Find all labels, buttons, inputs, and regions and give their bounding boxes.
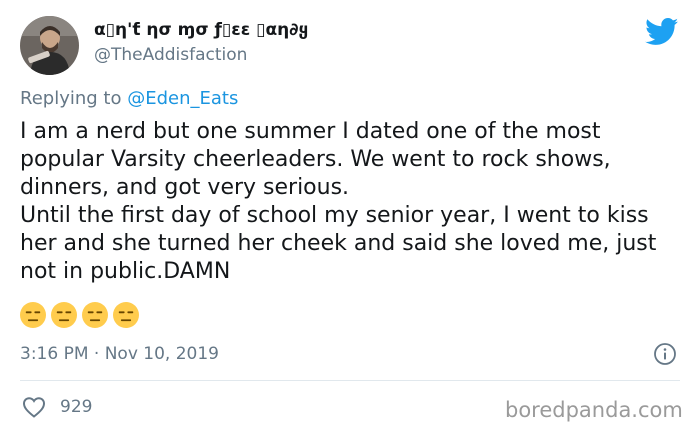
author-handle[interactable]: @TheAddisfaction xyxy=(94,45,247,65)
author-name[interactable]: α▯η'ƭ ησ ɱσ ƒ▯εε ▯αη∂ყ xyxy=(94,20,308,40)
boredpanda-watermark: boredpanda.com xyxy=(505,398,683,422)
avatar-image xyxy=(20,16,79,75)
info-icon[interactable] xyxy=(653,342,677,366)
divider xyxy=(20,380,680,381)
expressionless-face-icon xyxy=(113,302,139,328)
avatar[interactable] xyxy=(20,16,79,75)
expressionless-face-icon xyxy=(51,302,77,328)
reply-prefix: Replying to xyxy=(20,88,128,109)
like-count: 929 xyxy=(60,397,93,417)
expressionless-face-icon xyxy=(20,302,46,328)
emoji-row xyxy=(20,302,139,328)
tweet-text: I am a nerd but one summer I dated one o… xyxy=(20,118,685,286)
heart-icon[interactable] xyxy=(22,396,46,418)
tweet-timestamp[interactable]: 3:16 PM · Nov 10, 2019 xyxy=(20,344,219,364)
twitter-bird-icon[interactable] xyxy=(645,18,679,46)
tweet-body-text: I am a nerd but one summer I dated one o… xyxy=(20,119,657,284)
expressionless-face-icon xyxy=(82,302,108,328)
reply-mention-link[interactable]: @Eden_Eats xyxy=(127,88,238,109)
reply-context: Replying to @Eden_Eats xyxy=(20,88,238,109)
